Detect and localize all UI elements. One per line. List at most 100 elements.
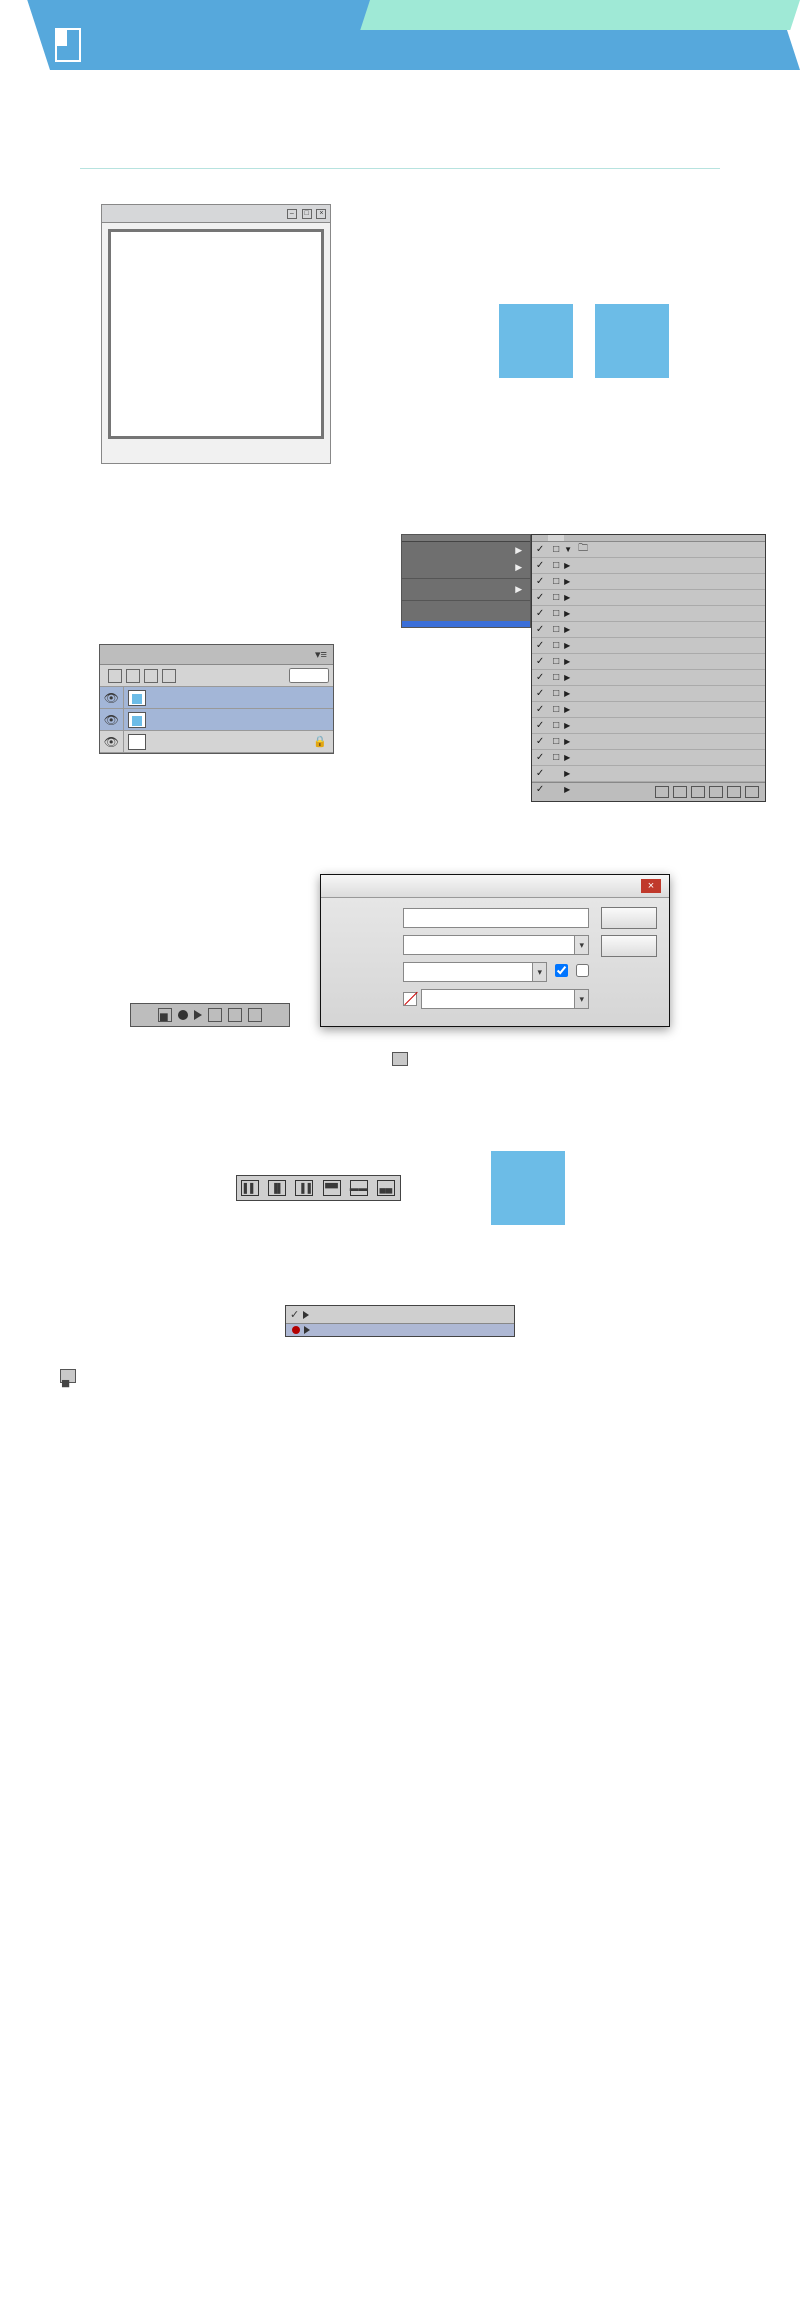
actions-panel[interactable]: ✓□▼ 🗀 ✓□▶ ✓□▶ ✓□▶ ✓□▶ ✓□▶ ✓□▶ ✓□▶ ✓□▶ ✓□…: [531, 534, 766, 802]
layer-row-rect2[interactable]: 👁: [100, 687, 333, 709]
ctrl-checkbox[interactable]: [576, 964, 589, 980]
layers-options: [100, 665, 333, 687]
trash-icon[interactable]: [745, 786, 759, 798]
eye-icon[interactable]: 👁: [100, 709, 124, 730]
new-set-icon[interactable]: [709, 786, 723, 798]
record-icon[interactable]: [673, 786, 687, 798]
panel-menu-icon[interactable]: ▾≡: [315, 648, 327, 661]
rectangle-b[interactable]: [595, 304, 669, 378]
action-item[interactable]: ✓□▶: [532, 734, 765, 750]
action-item[interactable]: ✓□▶: [532, 606, 765, 622]
action-item[interactable]: ✓□▶: [532, 622, 765, 638]
chevron-down-icon[interactable]: ▾: [574, 989, 589, 1009]
menu-item-extensions[interactable]: ▶: [402, 581, 530, 598]
ps-titlebar: – □ ×: [102, 205, 330, 223]
ps-canvas[interactable]: [108, 229, 324, 439]
ps-window-controls[interactable]: – □ ×: [285, 207, 327, 220]
action-step[interactable]: [286, 1324, 514, 1336]
max-icon[interactable]: □: [302, 209, 312, 219]
min-icon[interactable]: –: [287, 209, 297, 219]
actions-list[interactable]: ✓□▼ 🗀 ✓□▶ ✓□▶ ✓□▶ ✓□▶ ✓□▶ ✓□▶ ✓□▶ ✓□▶ ✓□…: [532, 542, 765, 782]
ps-status-bar: [102, 445, 330, 447]
action-name-input[interactable]: [403, 908, 589, 928]
action-item-left[interactable]: ✓▶: [532, 766, 765, 782]
chevron-down-icon[interactable]: ▾: [574, 935, 589, 955]
eye-icon[interactable]: 👁: [100, 687, 124, 708]
menu-item-actions[interactable]: [402, 621, 530, 627]
trash-icon[interactable]: [248, 1008, 262, 1022]
step-2-caption: [427, 460, 740, 484]
final-action-row[interactable]: ✓: [285, 1305, 515, 1337]
action-header[interactable]: ✓: [286, 1306, 514, 1324]
fk-select[interactable]: [403, 962, 533, 982]
action-item[interactable]: ✓□▶: [532, 670, 765, 686]
record-icon[interactable]: [178, 1010, 188, 1020]
menu-bar[interactable]: [402, 535, 530, 542]
layers-panel[interactable]: ▾≡ 👁 👁 👁: [99, 644, 334, 754]
new-action-icon: [392, 1052, 408, 1066]
align-hcenter-icon[interactable]: ▐▌: [268, 1180, 286, 1196]
action-item[interactable]: ✓□▶: [532, 558, 765, 574]
align-right-icon[interactable]: ▐▐: [295, 1180, 313, 1196]
action-item[interactable]: ✓□▶: [532, 638, 765, 654]
record-button[interactable]: [601, 907, 657, 929]
chevron-down-icon[interactable]: ▾: [532, 962, 547, 982]
new-action-icon[interactable]: [228, 1008, 242, 1022]
play-icon[interactable]: [691, 786, 705, 798]
layer-thumb-icon: [128, 690, 146, 706]
action-item[interactable]: ✓□▶: [532, 718, 765, 734]
lock-transparent-icon[interactable]: [108, 669, 122, 683]
play-icon[interactable]: [194, 1010, 202, 1020]
lock-image-icon[interactable]: [126, 669, 140, 683]
layer-row-bg[interactable]: 👁 🔒: [100, 731, 333, 753]
actions-mini-bar[interactable]: ■: [130, 1003, 290, 1027]
action-item[interactable]: ✓□▶: [532, 574, 765, 590]
step-7: ✓: [0, 1305, 800, 1337]
dialog-titlebar: ×: [321, 875, 669, 898]
step-2: [427, 204, 740, 484]
layers-panel-tab[interactable]: ▾≡: [100, 645, 333, 665]
new-action-dialog[interactable]: × ▾ ▾: [320, 874, 670, 1027]
layer-thumb-icon: [128, 712, 146, 728]
cancel-button[interactable]: [601, 935, 657, 957]
stop-icon[interactable]: ■: [158, 1008, 172, 1022]
fill-value-input[interactable]: [289, 668, 329, 683]
action-item[interactable]: ✓□▶: [532, 750, 765, 766]
action-set-select[interactable]: [403, 935, 575, 955]
divider: [80, 168, 720, 169]
lock-all-icon[interactable]: [162, 669, 176, 683]
shift-checkbox[interactable]: [555, 964, 568, 980]
menu-item-arrange[interactable]: ▶: [402, 542, 530, 559]
action-item[interactable]: ✓□▶: [532, 702, 765, 718]
folder-icon[interactable]: [208, 1008, 222, 1022]
window-menu[interactable]: ▶ ▶ ▶: [401, 534, 531, 628]
aligned-rectangle[interactable]: [491, 1151, 565, 1225]
stop-record-icon: ■: [60, 1369, 76, 1383]
color-swatch-icon[interactable]: [403, 992, 417, 1006]
close-icon[interactable]: ×: [316, 209, 326, 219]
color-select[interactable]: [421, 989, 575, 1009]
action-item[interactable]: ✓□▶: [532, 686, 765, 702]
rectangle-a[interactable]: [499, 304, 573, 378]
step-5: ■ × ▾: [0, 874, 800, 1027]
intro-text: [0, 100, 800, 160]
action-item[interactable]: ✓□▶: [532, 590, 765, 606]
tab-history[interactable]: [532, 535, 548, 541]
new-action-icon[interactable]: [727, 786, 741, 798]
layer-row-rect1[interactable]: 👁: [100, 709, 333, 731]
align-bottom-icon[interactable]: ▄▄: [377, 1180, 395, 1196]
eye-icon[interactable]: 👁: [100, 731, 124, 752]
step-4: ▶ ▶ ▶ ✓□▼ 🗀: [427, 534, 740, 814]
action-item[interactable]: ✓□▶: [532, 654, 765, 670]
align-vcenter-icon[interactable]: ▬▬: [350, 1180, 368, 1196]
close-icon[interactable]: ×: [641, 879, 661, 893]
stop-icon[interactable]: [655, 786, 669, 798]
align-top-icon[interactable]: ▀▀: [323, 1180, 341, 1196]
lock-position-icon[interactable]: [144, 669, 158, 683]
tab-actions[interactable]: [548, 535, 564, 541]
align-toolbar[interactable]: ▌▌ ▐▌ ▐▐ ▀▀ ▬▬ ▄▄: [236, 1175, 401, 1201]
actions-folder[interactable]: ✓□▼ 🗀: [532, 542, 765, 558]
rectangles: [499, 304, 669, 378]
align-left-icon[interactable]: ▌▌: [241, 1180, 259, 1196]
menu-item-workspace[interactable]: ▶: [402, 559, 530, 576]
